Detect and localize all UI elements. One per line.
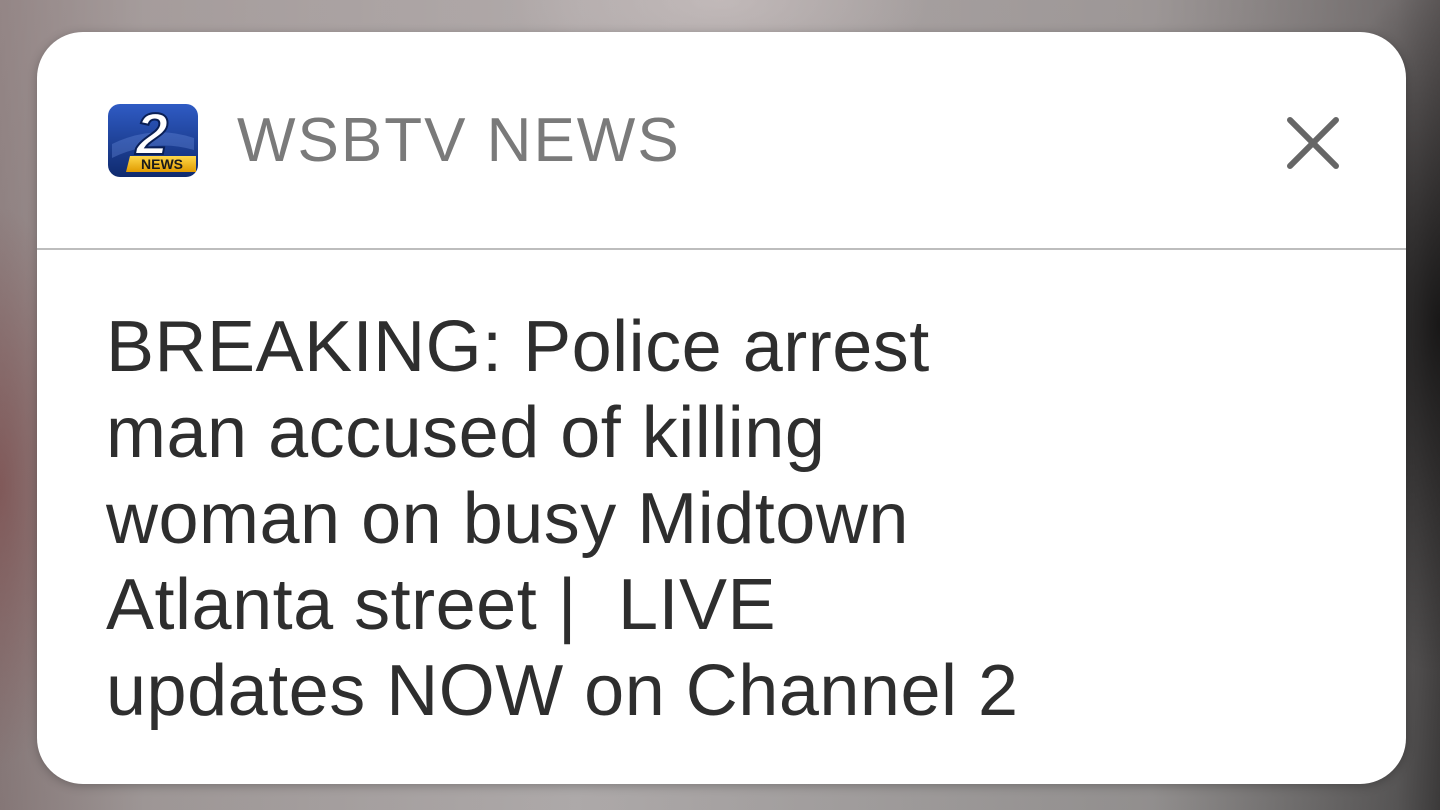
message-line: man accused of killing [106, 393, 826, 473]
message-line: woman on busy Midtown [106, 479, 909, 559]
logo-wordmark: NEWS [141, 156, 183, 172]
message-line: updates NOW on Channel 2 [106, 651, 1019, 731]
close-icon [1287, 117, 1339, 169]
notification-card[interactable]: 2 NEWS WSBTV NEWS BREAKING: Police arres… [37, 32, 1406, 784]
notification-message: BREAKING: Police arrest man accused of k… [106, 304, 1346, 734]
message-line: Atlanta street | LIVE [106, 565, 777, 645]
close-button[interactable] [1282, 112, 1344, 174]
app-name: WSBTV NEWS [237, 106, 681, 175]
channel-2-news-logo-icon: 2 NEWS [108, 101, 198, 177]
message-line: BREAKING: Police arrest [106, 307, 930, 387]
notification-header: 2 NEWS WSBTV NEWS [37, 32, 1406, 250]
